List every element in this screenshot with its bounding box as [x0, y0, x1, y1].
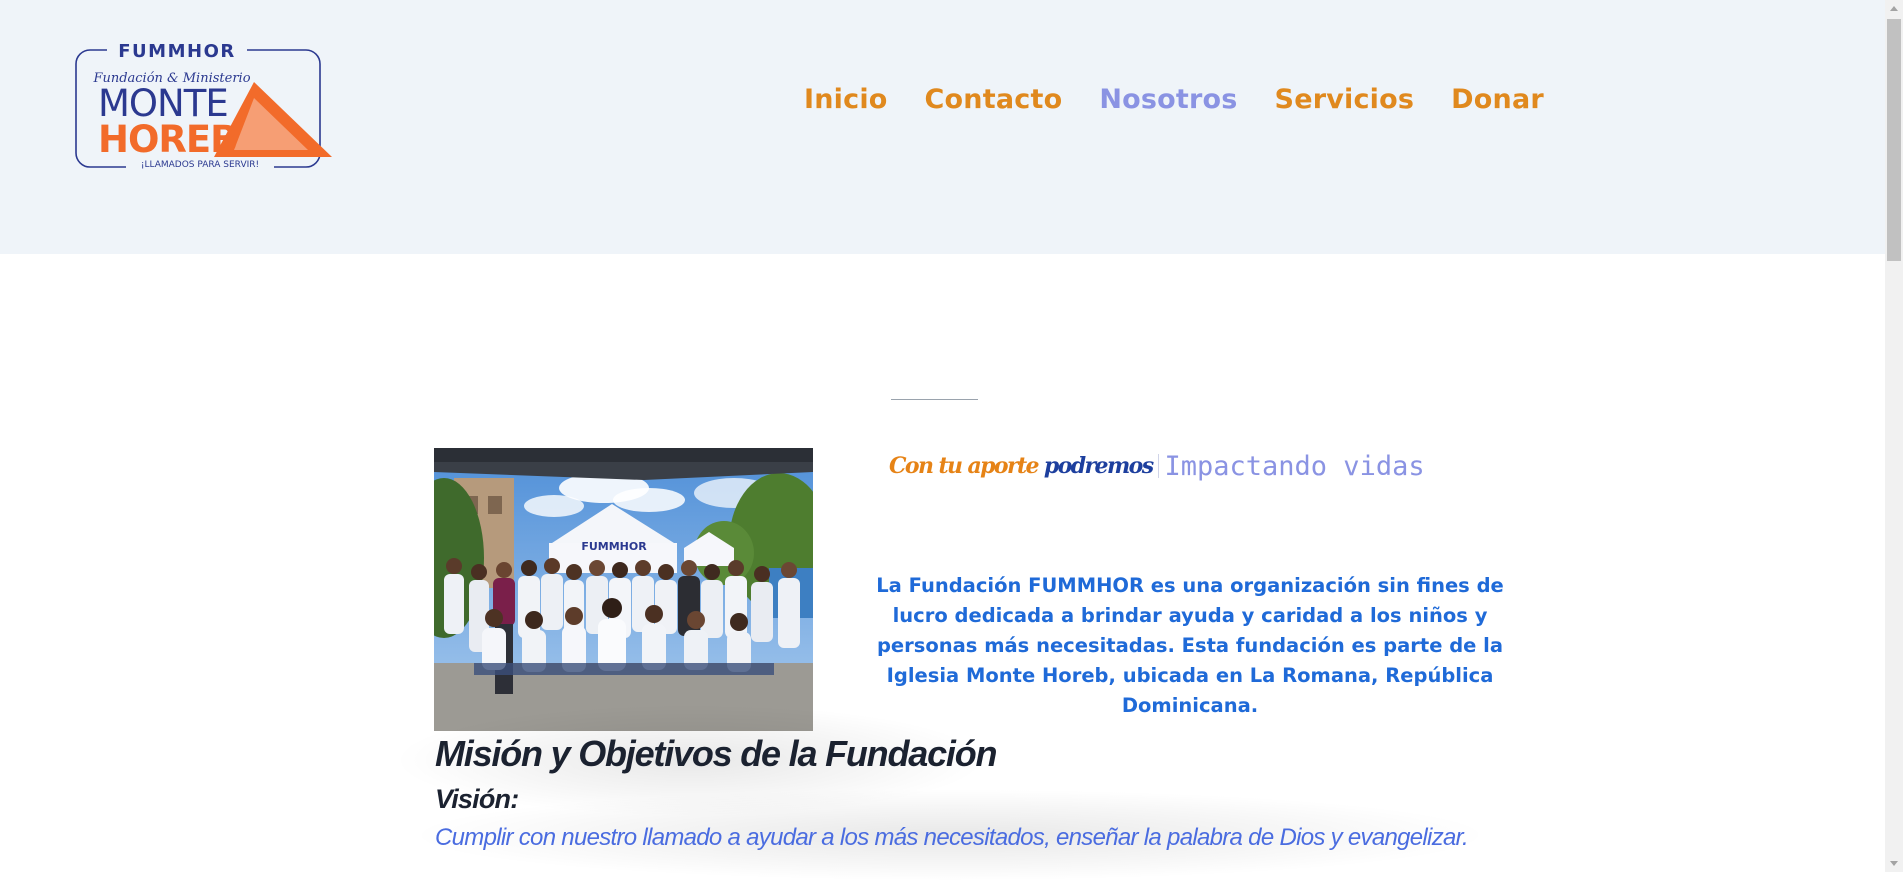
- section-divider: [891, 399, 978, 400]
- volunteers-group-photo: FUMMHOR: [434, 448, 813, 731]
- hero-tagline: Con tu aporte podremos Impactando vidas: [889, 446, 1425, 486]
- about-paragraph: La Fundación FUMMHOR es una organización…: [876, 574, 1504, 717]
- scrollbar-thumb[interactable]: [1887, 19, 1901, 261]
- tagline-typed: Impactando vidas: [1164, 450, 1425, 482]
- photo-illustration: FUMMHOR: [434, 448, 813, 731]
- nav-nosotros[interactable]: Nosotros: [1099, 84, 1237, 115]
- scroll-down-button[interactable]: [1885, 855, 1903, 872]
- photo-tent-banner: FUMMHOR: [581, 540, 647, 553]
- fummhor-logo[interactable]: FUMMHOR Fundación & Ministerio MONTE HOR…: [72, 40, 334, 172]
- vision-text: Cumplir con nuestro llamado a ayudar a l…: [435, 824, 1469, 851]
- nav-inicio[interactable]: Inicio: [804, 84, 888, 115]
- tagline-part2: podremos: [1043, 453, 1154, 479]
- vision-label: Visión:: [435, 784, 519, 814]
- logo-slogan: ¡LLAMADOS PARA SERVIR!: [141, 160, 259, 170]
- tagline-part1: Con tu aporte: [889, 453, 1040, 479]
- triangle-up-icon: [1890, 6, 1898, 11]
- nav-donar[interactable]: Donar: [1451, 84, 1544, 115]
- page-scrollbar[interactable]: [1885, 0, 1903, 872]
- mision-title: Misión y Objetivos de la Fundación: [435, 733, 997, 774]
- site-header: FUMMHOR Fundación & Ministerio MONTE HOR…: [0, 0, 1885, 254]
- main-nav: Inicio Contacto Nosotros Servicios Donar: [804, 84, 1544, 115]
- logo-top-text: FUMMHOR: [118, 41, 235, 62]
- typing-caret: [1157, 454, 1159, 478]
- nav-contacto[interactable]: Contacto: [925, 84, 1063, 115]
- triangle-down-icon: [1890, 861, 1898, 866]
- logo-graphic: FUMMHOR Fundación & Ministerio MONTE HOR…: [75, 41, 332, 170]
- nav-servicios[interactable]: Servicios: [1275, 84, 1415, 115]
- logo-word-horeb: HOREB: [98, 118, 237, 161]
- scroll-up-button[interactable]: [1885, 0, 1903, 17]
